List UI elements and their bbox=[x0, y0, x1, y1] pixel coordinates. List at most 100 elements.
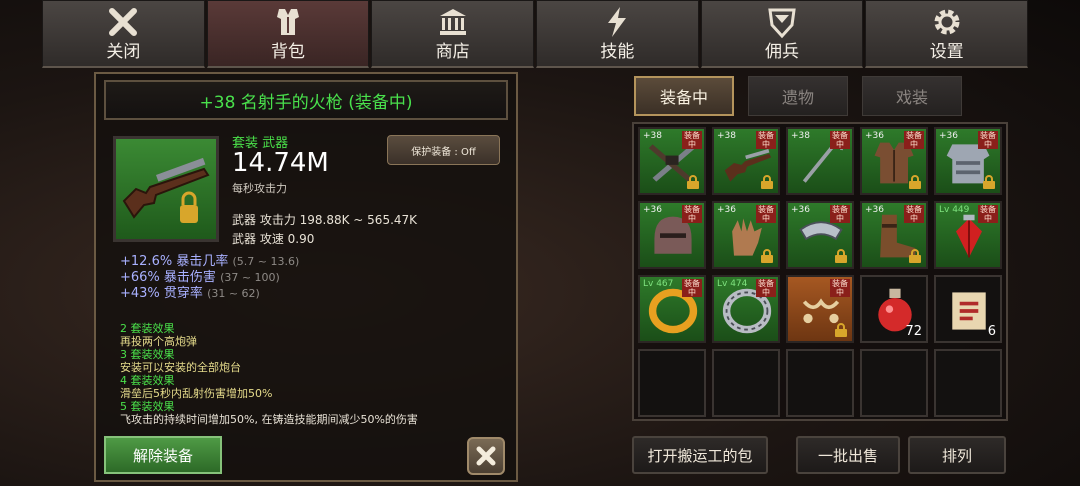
nav-close[interactable]: 关闭 bbox=[42, 0, 205, 68]
temple-icon bbox=[439, 9, 466, 35]
lock-icon bbox=[983, 175, 995, 189]
slot-count: 72 bbox=[905, 324, 922, 339]
lock-icon bbox=[909, 249, 921, 263]
item-attack-stat: 武器 攻击力 198.88K ~ 565.47K bbox=[232, 213, 418, 227]
item-title-bar: +38 名射手的火枪 (装备中) bbox=[104, 80, 508, 120]
inventory-slot-gloves[interactable]: +36 装备中 bbox=[712, 201, 780, 269]
inventory-slot-boots[interactable]: +36 装备中 bbox=[860, 201, 928, 269]
inventory-slot-empty[interactable] bbox=[860, 349, 928, 417]
close-icon bbox=[109, 8, 138, 36]
set-effect-title: 3 套装效果 bbox=[120, 348, 175, 361]
item-details-scroll[interactable]: +12.6% 暴击几率 (5.7 ~ 13.6) +66% 暴击伤害 (37 ~… bbox=[120, 238, 510, 428]
armor-icon bbox=[277, 9, 299, 35]
equipped-badge: 装备中 bbox=[978, 205, 998, 223]
protect-label: 保护装备 : Off bbox=[411, 146, 476, 158]
nav-skills[interactable]: 技能 bbox=[536, 0, 699, 68]
nav-label: 背包 bbox=[271, 42, 305, 62]
tab-costume[interactable]: 戏装 bbox=[862, 76, 962, 116]
inventory-slot-earrings[interactable]: 装备中 bbox=[786, 275, 854, 343]
tab-relics[interactable]: 遗物 bbox=[748, 76, 848, 116]
equipped-badge: 装备中 bbox=[904, 131, 924, 149]
inventory-slot-staff[interactable]: +38 装备中 bbox=[786, 127, 854, 195]
equipped-badge: 装备中 bbox=[682, 279, 702, 297]
substat-line: +43% 贯穿率 (31 ~ 62) bbox=[120, 286, 260, 301]
item-dps-label: 每秒攻击力 bbox=[232, 182, 287, 195]
equipped-badge: 装备中 bbox=[904, 205, 924, 223]
substat-line: +12.6% 暴击几率 (5.7 ~ 13.6) bbox=[120, 254, 300, 269]
slot-level: +36 bbox=[865, 205, 884, 215]
unequip-button[interactable]: 解除装备 bbox=[104, 436, 222, 474]
set-effect-text: 再投两个高炮弹 bbox=[120, 335, 197, 348]
nav-inventory[interactable]: 背包 bbox=[206, 0, 370, 68]
item-title: +38 名射手的火枪 (装备中) bbox=[199, 92, 413, 113]
set-effect-text: 安装可以安装的全部炮台 bbox=[120, 361, 241, 374]
substat-line: +66% 暴击伤害 (37 ~ 100) bbox=[120, 270, 280, 285]
nav-mercenary[interactable]: 佣兵 bbox=[700, 0, 864, 68]
unequip-label: 解除装备 bbox=[132, 446, 193, 465]
equipped-badge: 装备中 bbox=[682, 205, 702, 223]
nav-label: 设置 bbox=[929, 42, 964, 62]
inventory-slot-empty[interactable] bbox=[712, 349, 780, 417]
equipped-badge: 装备中 bbox=[830, 205, 850, 223]
inventory-slot-helmet[interactable]: +36 装备中 bbox=[638, 201, 706, 269]
lock-icon bbox=[835, 249, 847, 263]
slot-level: Lv 449 bbox=[939, 205, 970, 215]
inventory-slot-scroll[interactable]: 6 bbox=[934, 275, 1002, 343]
open-porter-bag-button[interactable]: 打开搬运工的包 bbox=[632, 436, 768, 474]
slot-level: Lv 474 bbox=[717, 279, 748, 289]
item-dps-value: 14.74M bbox=[232, 148, 329, 178]
gear-icon bbox=[934, 9, 960, 35]
lock-icon bbox=[687, 175, 699, 189]
inventory-slot-empty[interactable] bbox=[934, 349, 1002, 417]
musket-icon bbox=[122, 157, 210, 223]
inventory-slot-red-gem[interactable]: Lv 449 装备中 bbox=[934, 201, 1002, 269]
equipped-badge: 装备中 bbox=[978, 131, 998, 149]
inventory-slot-potion[interactable]: 72 bbox=[860, 275, 928, 343]
equipped-badge: 装备中 bbox=[682, 131, 702, 149]
nav-shop[interactable]: 商店 bbox=[371, 0, 535, 68]
set-effect-title: 2 套装效果 bbox=[120, 322, 175, 335]
lock-icon bbox=[835, 323, 847, 337]
slot-level: +38 bbox=[791, 131, 810, 141]
slot-level: +36 bbox=[791, 205, 810, 215]
inventory-slot-silver-ring[interactable]: Lv 474 装备中 bbox=[712, 275, 780, 343]
equipped-badge: 装备中 bbox=[830, 279, 850, 297]
nav-settings[interactable]: 设置 bbox=[865, 0, 1029, 68]
equipped-badge: 装备中 bbox=[756, 205, 776, 223]
sort-button[interactable]: 排列 bbox=[908, 436, 1006, 474]
slot-level: +36 bbox=[717, 205, 736, 215]
lock-icon bbox=[761, 175, 773, 189]
shield-icon bbox=[768, 8, 796, 39]
inventory-slot-crossed-guns[interactable]: +38 装备中 bbox=[638, 127, 706, 195]
protect-equipment-toggle[interactable]: 保护装备 : Off bbox=[387, 135, 500, 165]
inventory-slot-empty[interactable] bbox=[786, 349, 854, 417]
inventory-slot-collar[interactable]: +36 装备中 bbox=[786, 201, 854, 269]
inventory-tabs: 装备中 遗物 戏装 bbox=[634, 76, 976, 116]
lightning-icon bbox=[608, 7, 627, 37]
equipped-badge: 装备中 bbox=[756, 131, 776, 149]
close-detail-button[interactable] bbox=[467, 437, 505, 475]
slot-count: 6 bbox=[987, 324, 996, 339]
inventory-slot-empty[interactable] bbox=[638, 349, 706, 417]
slot-level: Lv 467 bbox=[643, 279, 674, 289]
nav-label: 商店 bbox=[435, 42, 470, 62]
lock-icon bbox=[909, 175, 921, 189]
inventory-slot-gold-ring[interactable]: Lv 467 装备中 bbox=[638, 275, 706, 343]
bulk-sell-button[interactable]: 一批出售 bbox=[796, 436, 900, 474]
equipped-badge: 装备中 bbox=[830, 131, 850, 149]
slot-level: +36 bbox=[939, 131, 958, 141]
slot-level: +38 bbox=[717, 131, 736, 141]
slot-level: +38 bbox=[643, 131, 662, 141]
set-effect-text: 滑垒后5秒内乱射伤害增加50% bbox=[120, 387, 273, 400]
inventory-slot-plate-armor[interactable]: +36 装备中 bbox=[934, 127, 1002, 195]
inventory-slot-coat[interactable]: +36 装备中 bbox=[860, 127, 928, 195]
inventory-slot-musket[interactable]: +38 装备中 bbox=[712, 127, 780, 195]
nav-label: 佣兵 bbox=[765, 42, 800, 62]
close-icon bbox=[476, 446, 496, 466]
tab-equipped[interactable]: 装备中 bbox=[634, 76, 734, 116]
item-icon-large bbox=[113, 136, 219, 242]
nav-label: 关闭 bbox=[106, 42, 141, 62]
slot-level: +36 bbox=[643, 205, 662, 215]
equipped-badge: 装备中 bbox=[756, 279, 776, 297]
set-effect-title: 4 套装效果 bbox=[120, 374, 175, 387]
